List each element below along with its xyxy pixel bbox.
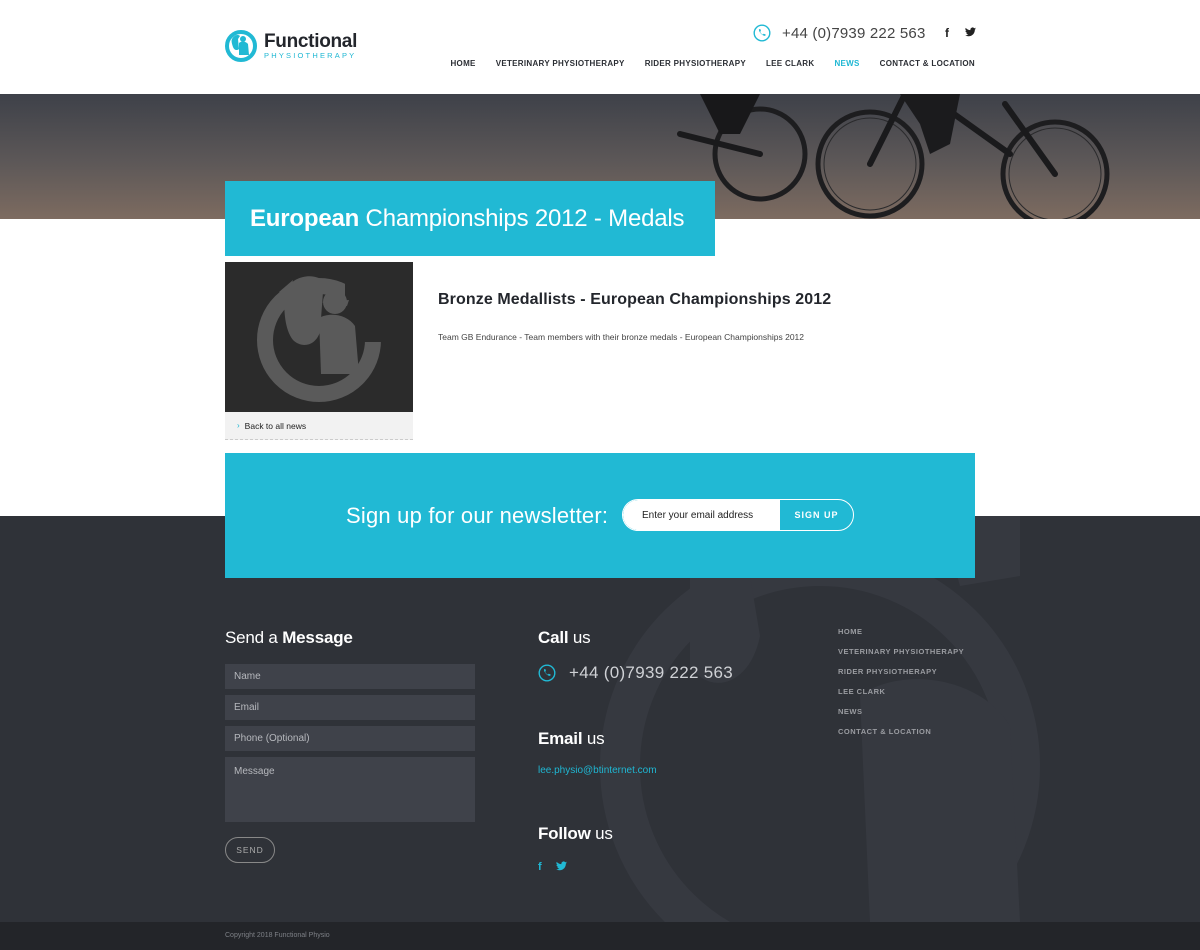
header-social: f (942, 26, 976, 40)
facebook-icon[interactable]: f (538, 861, 542, 874)
name-field[interactable] (225, 664, 475, 689)
footer-nav-news[interactable]: NEWS (838, 707, 964, 716)
article-title: Bronze Medallists - European Championshi… (438, 291, 832, 308)
call-us-heading: Call us (538, 628, 591, 647)
back-to-news-link[interactable]: › Back to all news (225, 412, 413, 440)
newsletter-form: SIGN UP (622, 499, 854, 531)
follow-icons: f (538, 861, 567, 874)
email-field[interactable] (225, 695, 475, 720)
email-us-section: Email us (538, 729, 605, 749)
main-nav: HOME VETERINARY PHYSIOTHERAPY RIDER PHYS… (450, 59, 975, 68)
call-us-section: Call us (538, 628, 591, 648)
logo-name: Functional (264, 31, 358, 53)
back-to-news-label: Back to all news (244, 420, 307, 431)
follow-us-heading: Follow us (538, 824, 613, 843)
footer-phone-number: +44 (0)7939 222 563 (569, 663, 734, 682)
newsletter-banner: Sign up for our newsletter: SIGN UP (225, 453, 975, 578)
page-title-box: European Championships 2012 - Medals (225, 181, 715, 256)
site-header: Functional PHYSIOTHERAPY +44 (0)7939 222… (0, 0, 1200, 94)
send-message-heading: Send a Message (225, 628, 353, 647)
email-link[interactable]: lee.physio@btinternet.com (538, 765, 657, 776)
logo-placeholder-icon (257, 276, 385, 402)
phone-icon (538, 664, 556, 682)
contact-form (225, 664, 475, 828)
footer-nav-veterinary-physiotherapy[interactable]: VETERINARY PHYSIOTHERAPY (838, 647, 964, 656)
copyright-bar: Copyright 2018 Functional Physio (0, 922, 1200, 950)
logo-tagline: PHYSIOTHERAPY (264, 51, 357, 61)
nav-news[interactable]: NEWS (834, 59, 859, 68)
newsletter-signup-button[interactable]: SIGN UP (780, 500, 853, 530)
newsletter-label: Sign up for our newsletter: (346, 503, 609, 528)
article-body: Team GB Endurance - Team members with th… (438, 332, 804, 342)
send-message-section: Send a Message (225, 628, 353, 648)
page-title: European Championships 2012 - Medals (250, 204, 685, 232)
article-thumbnail (225, 262, 413, 412)
facebook-icon[interactable]: f (942, 26, 952, 40)
nav-lee-clark[interactable]: LEE CLARK (766, 59, 814, 68)
nav-home[interactable]: HOME (450, 59, 475, 68)
chevron-right-icon: › (237, 421, 240, 430)
footer-nav-home[interactable]: HOME (838, 627, 964, 636)
phone-icon (753, 24, 771, 42)
nav-rider-physiotherapy[interactable]: RIDER PHYSIOTHERAPY (645, 59, 746, 68)
logo[interactable]: Functional PHYSIOTHERAPY (224, 28, 357, 64)
footer-nav-contact-location[interactable]: CONTACT & LOCATION (838, 727, 964, 736)
nav-veterinary-physiotherapy[interactable]: VETERINARY PHYSIOTHERAPY (496, 59, 625, 68)
footer-phone[interactable]: +44 (0)7939 222 563 (538, 663, 733, 683)
copyright-text: Copyright 2018 Functional Physio (225, 932, 330, 939)
send-button[interactable]: SEND (225, 837, 275, 863)
nav-contact-location[interactable]: CONTACT & LOCATION (880, 59, 975, 68)
message-field[interactable] (225, 757, 475, 822)
footer-nav-rider-physiotherapy[interactable]: RIDER PHYSIOTHERAPY (838, 667, 964, 676)
twitter-icon[interactable] (965, 26, 976, 40)
footer-nav: HOME VETERINARY PHYSIOTHERAPY RIDER PHYS… (838, 627, 964, 747)
follow-us-section: Follow us (538, 824, 613, 844)
page: Functional PHYSIOTHERAPY +44 (0)7939 222… (0, 0, 1200, 950)
twitter-icon[interactable] (555, 861, 567, 874)
logo-mark-icon (225, 30, 257, 62)
header-phone-number: +44 (0)7939 222 563 (782, 24, 926, 42)
header-phone[interactable]: +44 (0)7939 222 563 (753, 23, 926, 43)
email-us-heading: Email us (538, 729, 605, 748)
newsletter-email-input[interactable] (623, 500, 780, 530)
footer-nav-lee-clark[interactable]: LEE CLARK (838, 687, 964, 696)
phone-field[interactable] (225, 726, 475, 751)
